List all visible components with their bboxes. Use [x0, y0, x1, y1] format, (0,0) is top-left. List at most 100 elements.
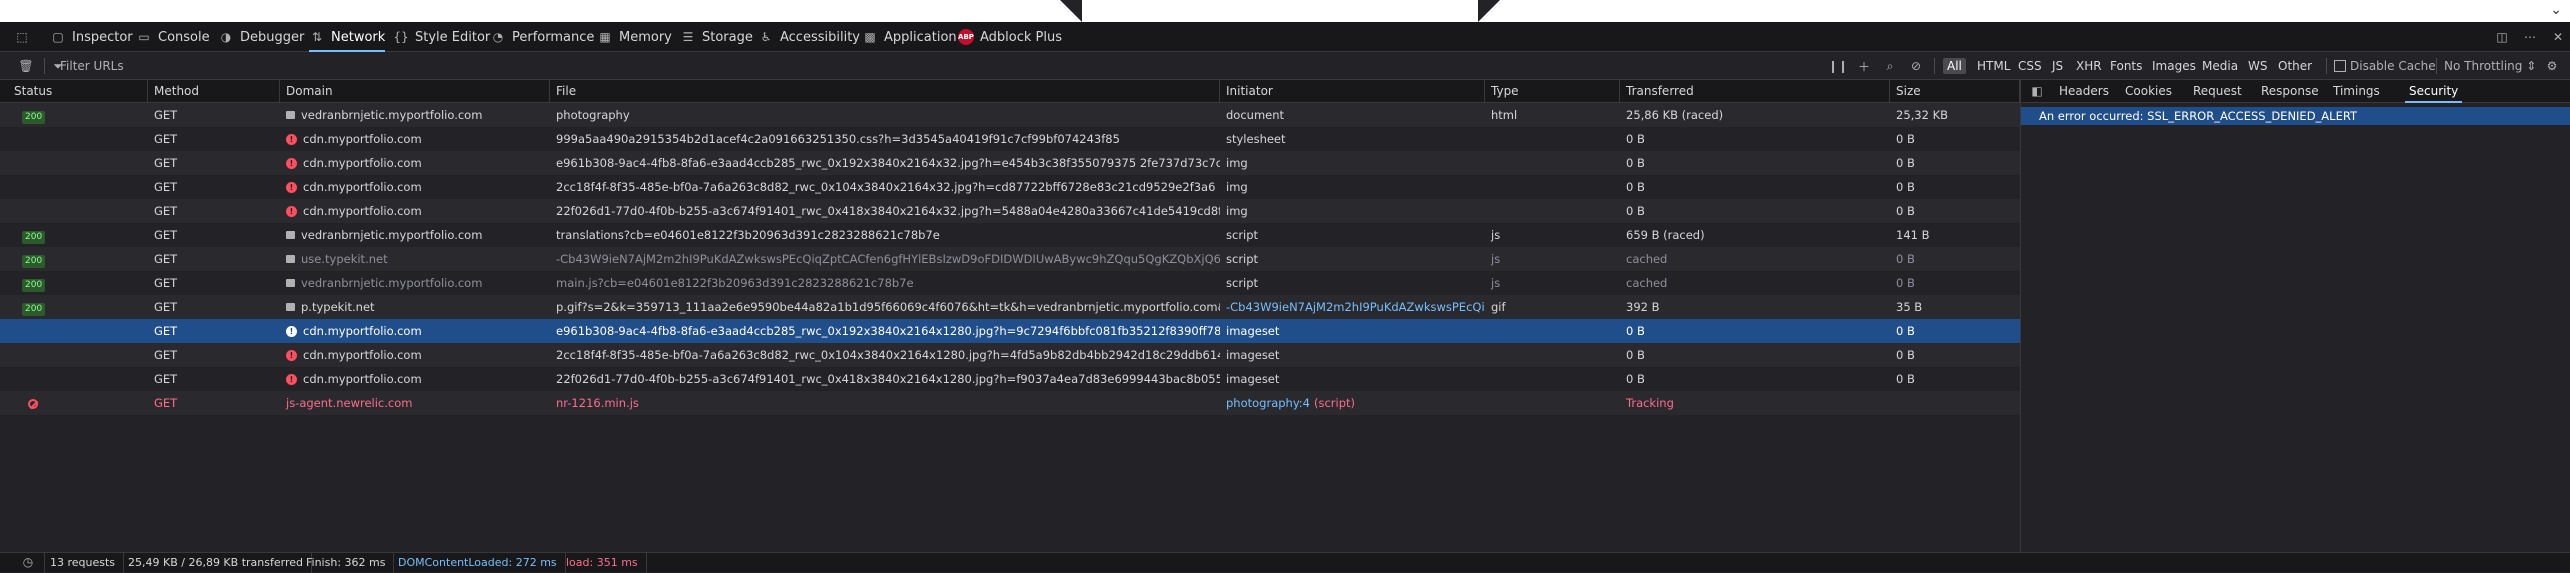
cell-initiator: photography:4 (script) [1220, 391, 1485, 415]
pick-element-icon: ⬚ [16, 30, 28, 44]
tab-performance[interactable]: ◔ Performance [490, 22, 595, 52]
tab-application[interactable]: ▩ Application [862, 22, 956, 52]
tab-memory[interactable]: ▦ Memory [597, 22, 672, 52]
cell-type: js [1485, 271, 1620, 295]
performance-analysis-button[interactable]: ◷ [12, 553, 45, 573]
tab-cookies[interactable]: Cookies [2125, 80, 2172, 103]
cell-method: GET [148, 295, 280, 319]
cell-size: 141 B [1890, 223, 2020, 247]
cell-method: GET [148, 367, 280, 391]
column-transferred[interactable]: Transferred [1620, 80, 1890, 103]
file-text: -Cb43W9ieN7AjM2m2hI9PuKdAZwkswsPEcQiqZpt… [556, 252, 1220, 266]
more-options-button[interactable]: ⋯ [2522, 22, 2538, 52]
filter-type-css[interactable]: CSS [2014, 58, 2046, 74]
close-devtools-button[interactable]: ✕ [2550, 22, 2566, 52]
cell-size: 0 B [1890, 367, 2020, 391]
add-request-button[interactable]: ＋ [1856, 52, 1872, 80]
column-size[interactable]: Size [1890, 80, 2020, 103]
request-row[interactable]: GET! cdn.myportfolio.com e961b308-9ac4-4fb… [0, 151, 2020, 175]
filter-urls-input[interactable]: Filter URLs [60, 52, 124, 80]
tab-label: Accessibility [780, 29, 860, 45]
filter-type-xhr[interactable]: XHR [2072, 58, 2106, 74]
tab-network[interactable]: ⇅ Network [309, 22, 386, 52]
cell-type [1485, 151, 1620, 175]
cell-file: 22f026d1-77d0-4f0b-b255-a3c674f91401_rwc… [550, 199, 1220, 223]
pick-element-button[interactable]: ⬚ [14, 22, 30, 52]
initiator-text: img [1226, 204, 1248, 218]
cell-size: 0 B [1890, 127, 2020, 151]
throttling-select[interactable]: No Throttling ⇕ [2444, 52, 2536, 80]
tab-response[interactable]: Response [2261, 80, 2319, 103]
cell-domain: ! cdn.myportfolio.com [280, 199, 550, 223]
toggle-sidebar-button[interactable]: ◧ [2029, 80, 2045, 103]
clear-requests-button[interactable]: 🗑 [18, 52, 34, 80]
domain-text: vedranbrnjetic.myportfolio.com [301, 276, 483, 290]
cell-transferred: cached [1620, 247, 1890, 271]
column-method[interactable]: Method [148, 80, 280, 103]
filter-type-images[interactable]: Images [2148, 58, 2200, 74]
cell-domain: ! cdn.myportfolio.com [280, 175, 550, 199]
column-domain[interactable]: Domain [280, 80, 550, 103]
method-text: GET [154, 396, 178, 410]
column-status[interactable]: Status [8, 80, 148, 103]
tab-security[interactable]: Security [2404, 80, 2463, 103]
request-row[interactable]: 200 GET vedranbrnjetic.myportfolio.com main… [0, 271, 2020, 295]
initiator-text[interactable]: -Cb43W9ieN7AjM2m2hI9PuKdAZwkswsPEcQiqZp.… [1226, 300, 1485, 314]
lock-icon [286, 303, 295, 311]
request-row[interactable]: GET! cdn.myportfolio.com 2cc18f4f-8f35-485… [0, 175, 2020, 199]
block-icon: ⊘ [1910, 59, 1922, 73]
request-row[interactable]: 200 GET p.typekit.net p.gif?s=2&k=359713_11… [0, 295, 2020, 319]
cell-size: 35 B [1890, 295, 2020, 319]
cell-file: e961b308-9ac4-4fb8-8fa6-e3aad4ccb285_rwc… [550, 151, 1220, 175]
cell-type: gif [1485, 295, 1620, 319]
tab-adblock-plus[interactable]: ABP Adblock Plus [958, 22, 1062, 52]
request-row[interactable]: 200 GET use.typekit.net -Cb43W9ieN7AjM2m2hI… [0, 247, 2020, 271]
filter-type-ws[interactable]: WS [2244, 58, 2271, 74]
network-settings-button[interactable]: ⚙ [2544, 52, 2560, 80]
tab-accessibility[interactable]: ♿ Accessibility [758, 22, 860, 52]
search-button[interactable]: ⌕ [1882, 52, 1898, 80]
initiator-suffix: (script) [1314, 396, 1356, 410]
tab-label: Memory [619, 29, 672, 45]
filter-type-media[interactable]: Media [2198, 58, 2242, 74]
filter-type-js[interactable]: JS [2048, 58, 2067, 74]
column-initiator[interactable]: Initiator [1220, 80, 1485, 103]
cell-domain: ! cdn.myportfolio.com [280, 343, 550, 367]
filter-type-fonts[interactable]: Fonts [2106, 58, 2146, 74]
initiator-text[interactable]: photography:4 [1226, 396, 1310, 410]
tab-debugger[interactable]: ◑ Debugger [218, 22, 305, 52]
column-type[interactable]: Type [1485, 80, 1620, 103]
memory-icon: ▦ [599, 30, 611, 44]
request-row[interactable]: 200 GET vedranbrnjetic.myportfolio.com tran… [0, 223, 2020, 247]
tab-style-editor[interactable]: {} Style Editor [393, 22, 490, 52]
request-row[interactable]: GET! cdn.myportfolio.com 999a5aa490a291535… [0, 127, 2020, 151]
tab-request[interactable]: Request [2193, 80, 2242, 103]
request-row[interactable]: GET! cdn.myportfolio.com 2cc18f4f-8f35-485… [0, 343, 2020, 367]
tab-timings[interactable]: Timings [2333, 80, 2380, 103]
gear-icon: ⚙ [2546, 59, 2558, 73]
tab-label: Inspector [72, 29, 133, 45]
adblock-plus-icon: ABP [958, 29, 974, 45]
request-row[interactable]: GET ! cdn.myportfolio.com 22f026d1-77d0-4f0… [0, 199, 2020, 223]
method-text: GET [154, 204, 178, 218]
dock-side-button[interactable]: ◫ [2494, 22, 2510, 52]
chevron-down-icon[interactable]: ⌄ [2550, 2, 2562, 18]
tab-inspector[interactable]: ▢ Inspector [50, 22, 133, 52]
request-row[interactable]: 200 GET vedranbrnjetic.myportfolio.com phot… [0, 103, 2020, 127]
block-requests-button[interactable]: ⊘ [1908, 52, 1924, 80]
filter-type-html[interactable]: HTML [1973, 58, 2014, 74]
request-row[interactable]: GET! cdn.myportfolio.com 22f026d1-77d0-4f0… [0, 367, 2020, 391]
tab-console[interactable]: ▭ Console [136, 22, 209, 52]
pause-button[interactable]: ❙❙ [1828, 52, 1848, 80]
column-file[interactable]: File [550, 80, 1220, 103]
tab-label: Performance [512, 29, 595, 45]
tab-storage[interactable]: ☰ Storage [680, 22, 753, 52]
cell-status [8, 319, 148, 343]
request-row[interactable]: GET! cdn.myportfolio.com e961b308-9ac4-4fb… [0, 319, 2020, 343]
cell-status: 200 [8, 247, 148, 271]
tab-headers[interactable]: Headers [2059, 80, 2109, 103]
filter-type-other[interactable]: Other [2274, 58, 2316, 74]
request-row[interactable]: GET js-agent.newrelic.com nr-1216.min.js ph… [0, 391, 2020, 415]
filter-type-all[interactable]: All [1943, 58, 1966, 74]
disable-cache-checkbox[interactable]: Disable Cache [2334, 52, 2436, 80]
